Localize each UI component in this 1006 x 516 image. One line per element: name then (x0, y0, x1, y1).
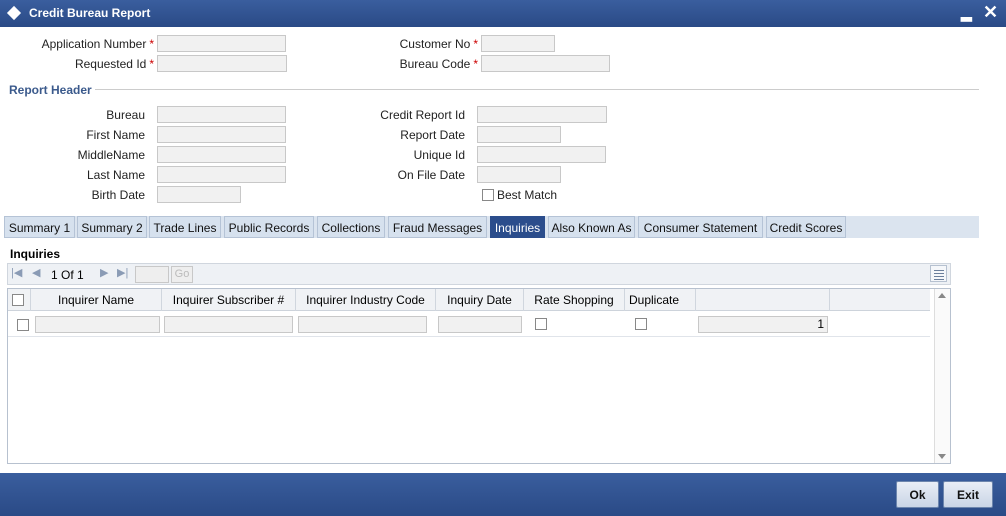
col-inquirer-subscriber[interactable]: Inquirer Subscriber # (162, 293, 295, 307)
pager-status: 1 Of 1 (51, 268, 84, 282)
report-date-field[interactable] (477, 126, 561, 143)
go-button[interactable]: Go (171, 266, 193, 283)
bureau-label: Bureau (106, 108, 145, 122)
tab-summary-1[interactable]: Summary 1 (4, 216, 75, 238)
birth-date-field[interactable] (157, 186, 241, 203)
row-divider (8, 336, 930, 337)
unique-id-field[interactable] (477, 146, 606, 163)
window-title: Credit Bureau Report (29, 6, 151, 20)
col-rate-shopping[interactable]: Rate Shopping (524, 293, 624, 307)
duplicate-checkbox[interactable] (635, 318, 647, 330)
tab-fraud-messages[interactable]: Fraud Messages (388, 216, 487, 238)
last-page-icon[interactable]: ▶| (117, 266, 128, 279)
col-duplicate[interactable]: Duplicate (625, 293, 683, 307)
inquirer-subscriber-cell[interactable] (164, 316, 293, 333)
middle-name-field[interactable] (157, 146, 286, 163)
grid-menu-icon[interactable] (930, 265, 947, 282)
tab-trade-lines[interactable]: Trade Lines (149, 216, 221, 238)
bureau-code-label: Bureau Code * (399, 57, 478, 71)
requested-id-label: Requested Id * (74, 57, 154, 71)
section-divider (95, 89, 979, 90)
application-number-field[interactable] (157, 35, 286, 52)
last-name-field[interactable] (157, 166, 286, 183)
bureau-code-field[interactable] (481, 55, 610, 72)
col-inquiry-date[interactable]: Inquiry Date (436, 293, 523, 307)
row-count-cell[interactable]: 1 (698, 316, 828, 333)
vertical-scrollbar[interactable] (934, 289, 950, 463)
first-page-icon[interactable]: |◀ (11, 266, 22, 279)
tab-also-known-as[interactable]: Also Known As (548, 216, 635, 238)
application-number-label: Application Number * (41, 37, 154, 51)
col-inquirer-name[interactable]: Inquirer Name (31, 293, 161, 307)
report-date-label: Report Date (400, 128, 465, 142)
inquiries-title: Inquiries (10, 247, 61, 261)
on-file-date-field[interactable] (477, 166, 561, 183)
requested-id-field[interactable] (157, 55, 287, 72)
title-bar: Credit Bureau Report ▂ ✕ (0, 0, 1006, 27)
footer-bar (0, 473, 1006, 516)
industry-code-cell[interactable] (298, 316, 427, 333)
ok-button[interactable]: Ok (896, 481, 939, 508)
best-match-label: Best Match (497, 188, 558, 202)
bureau-field[interactable] (157, 106, 286, 123)
credit-report-id-field[interactable] (477, 106, 607, 123)
column-divider (829, 289, 830, 311)
unique-id-label: Unique Id (413, 148, 465, 162)
app-diamond-icon (6, 5, 22, 21)
inquiry-date-cell[interactable] (438, 316, 522, 333)
column-divider (695, 289, 696, 311)
report-header-title: Report Header (9, 83, 92, 97)
prev-page-icon[interactable]: ◀ (32, 266, 40, 279)
customer-no-label: Customer No * (399, 37, 478, 51)
credit-report-id-label: Credit Report Id (380, 108, 465, 122)
scroll-down-icon[interactable] (938, 454, 946, 459)
tab-summary-2[interactable]: Summary 2 (77, 216, 147, 238)
best-match-checkbox[interactable] (482, 189, 494, 201)
row-select-checkbox[interactable] (17, 319, 29, 331)
birth-date-label: Birth Date (91, 188, 145, 202)
first-name-field[interactable] (157, 126, 286, 143)
customer-no-field[interactable] (481, 35, 555, 52)
last-name-label: Last Name (86, 168, 145, 182)
inquirer-name-cell[interactable] (35, 316, 160, 333)
tab-credit-scores[interactable]: Credit Scores (766, 216, 846, 238)
first-name-label: First Name (86, 128, 145, 142)
on-file-date-label: On File Date (397, 168, 465, 182)
rate-shopping-checkbox[interactable] (535, 318, 547, 330)
scroll-up-icon[interactable] (938, 293, 946, 298)
close-icon[interactable]: ✕ (983, 2, 999, 22)
page-number-input[interactable] (135, 266, 169, 283)
minimize-icon[interactable]: ▂ (961, 5, 975, 21)
tab-collections[interactable]: Collections (317, 216, 385, 238)
select-all-checkbox[interactable] (12, 294, 24, 306)
col-industry-code[interactable]: Inquirer Industry Code (296, 293, 435, 307)
next-page-icon[interactable]: ▶ (100, 266, 108, 279)
exit-button[interactable]: Exit (943, 481, 993, 508)
tab-inquiries[interactable]: Inquiries (490, 216, 545, 238)
tab-public-records[interactable]: Public Records (224, 216, 314, 238)
tab-consumer-statement[interactable]: Consumer Statement (638, 216, 763, 238)
inquiries-grid (7, 288, 951, 464)
middle-name-label: MiddleName (77, 148, 145, 162)
